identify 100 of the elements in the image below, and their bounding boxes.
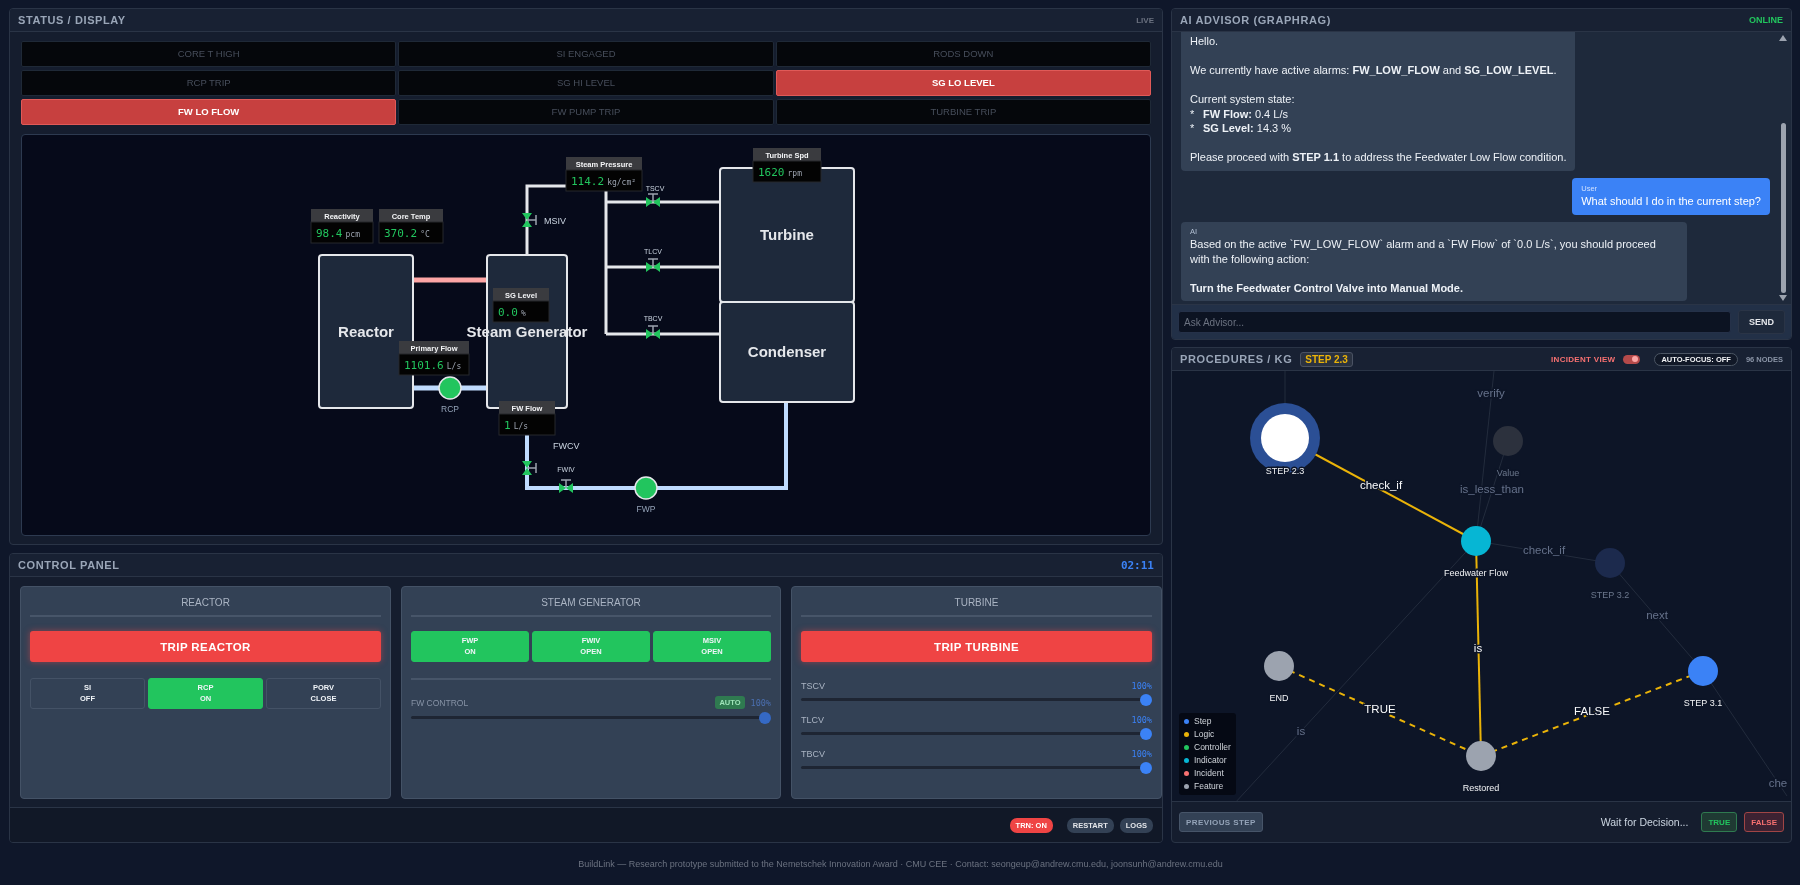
legend-label: Feature bbox=[1194, 780, 1224, 792]
valve-icon[interactable] bbox=[646, 325, 660, 339]
edge-label: TRUE bbox=[1364, 703, 1396, 715]
decision-status: Wait for Decision... bbox=[1600, 816, 1689, 828]
send-button[interactable]: SEND bbox=[1738, 310, 1785, 334]
alarm-tile: SG LO LEVEL bbox=[775, 70, 1151, 96]
legend-label: Controller bbox=[1194, 741, 1231, 753]
panel-title: PROCEDURES / KG bbox=[1180, 353, 1293, 365]
gauge-background bbox=[310, 209, 374, 244]
control-label: FW CONTROL bbox=[411, 697, 469, 708]
gauge-background bbox=[498, 401, 556, 436]
node-label: STEP 3.1 bbox=[1683, 698, 1723, 708]
message-text: SG Level: 14.3 % bbox=[1203, 121, 1292, 136]
card-title: STEAM GENERATOR bbox=[411, 587, 771, 617]
gauge-unit: L/s bbox=[446, 362, 462, 371]
gauge-value: 98.4 bbox=[316, 227, 343, 240]
valve-icon[interactable] bbox=[646, 193, 660, 207]
edge-label: che bbox=[1768, 777, 1788, 789]
true-button[interactable]: TRUE bbox=[1701, 812, 1738, 832]
graph-node[interactable] bbox=[1493, 426, 1523, 456]
alarm-tile: RCP TRIP bbox=[21, 70, 397, 96]
trip-button[interactable]: TRIP REACTOR bbox=[30, 631, 381, 662]
node-label: Value bbox=[1496, 468, 1520, 478]
node-label: STEP 2.3 bbox=[1265, 466, 1305, 476]
legend-label: Indicator bbox=[1194, 754, 1227, 766]
gauge-value: 1 bbox=[504, 419, 511, 432]
bullet-mark: * bbox=[1190, 121, 1195, 136]
scroll-up-icon[interactable] bbox=[1779, 35, 1787, 41]
slider[interactable] bbox=[801, 728, 1152, 740]
graph-node[interactable] bbox=[1466, 741, 1496, 771]
gauge-background bbox=[492, 288, 550, 323]
legend-label: Logic bbox=[1194, 728, 1215, 740]
slider-label: TSCV bbox=[801, 681, 825, 691]
message-text: What should I do in the current step? bbox=[1581, 193, 1761, 208]
previous-step-button[interactable]: PREVIOUS STEP bbox=[1179, 812, 1263, 832]
gauge-unit: % bbox=[520, 309, 526, 318]
gauge-unit: pcm bbox=[345, 230, 360, 239]
edge-label: is_less_than bbox=[1460, 483, 1524, 495]
gauge-unit: kg/cm² bbox=[607, 178, 637, 187]
clock: 02:11 bbox=[1120, 558, 1154, 572]
edge-label: verify bbox=[1477, 387, 1505, 399]
component-label: Turbine bbox=[760, 226, 814, 243]
graph-node[interactable] bbox=[1688, 656, 1718, 686]
gauge-unit: °C bbox=[420, 230, 430, 239]
slider-reading: 100% bbox=[1131, 681, 1152, 691]
alarm-tile: SI ENGAGED bbox=[398, 41, 774, 67]
pump-icon[interactable] bbox=[634, 476, 658, 500]
message-text: Based on the active `FW_LOW_FLOW` alarm and a `FW Flow` of `0.0 L/s`, you should proceed with the following action: bbox=[1190, 237, 1657, 266]
alarm-tile: TURBINE TRIP bbox=[775, 99, 1151, 125]
slider-reading: 100% bbox=[1131, 715, 1152, 725]
message-text: Turn the Feedwater Control Valve into Manual Mode. bbox=[1190, 280, 1464, 295]
valve-label: FWCV bbox=[553, 441, 580, 451]
graph-node[interactable] bbox=[1264, 651, 1294, 681]
valve-icon[interactable] bbox=[522, 213, 537, 227]
slider[interactable] bbox=[411, 712, 771, 724]
slider-reading: 100% bbox=[750, 697, 771, 708]
footer-text: BuildLink — Research prototype submitted to the Nemetschek Innovation Award · CMU CEE · Contact: seongeup@andrew.cmu.edu, joonsunh@andrew.cmu.edu bbox=[577, 858, 1224, 871]
node-label: END bbox=[1269, 693, 1289, 703]
valve-icon[interactable] bbox=[522, 461, 537, 475]
scroll-down-icon[interactable] bbox=[1779, 295, 1787, 301]
card-title: TURBINE bbox=[801, 587, 1152, 617]
valve-icon[interactable] bbox=[559, 479, 573, 493]
slider-label: TBCV bbox=[801, 749, 825, 759]
gauge-background bbox=[752, 148, 822, 183]
slider[interactable] bbox=[801, 694, 1152, 706]
pump-label: RCP bbox=[441, 404, 459, 414]
valve-label: MSIV bbox=[544, 216, 566, 226]
alarm-tile: SG HI LEVEL bbox=[398, 70, 774, 96]
bullet-mark: * bbox=[1190, 106, 1195, 121]
scrollbar[interactable] bbox=[1779, 35, 1787, 301]
edge-label: is bbox=[1296, 725, 1306, 737]
step-badge: STEP 2.3 bbox=[1300, 351, 1353, 367]
node-label: Restored bbox=[1462, 783, 1500, 793]
ask-field[interactable]: Ask Advisor... bbox=[1178, 311, 1731, 333]
incident-view-switch[interactable] bbox=[1623, 354, 1641, 364]
valve-icon[interactable] bbox=[646, 258, 660, 272]
trip-button[interactable]: TRIP TURBINE bbox=[801, 631, 1152, 662]
card-title: REACTOR bbox=[30, 587, 381, 617]
gauge-background bbox=[378, 209, 444, 244]
message-text: FW Flow: 0.4 L/s bbox=[1203, 106, 1288, 121]
alarm-tile: CORE T HIGH bbox=[21, 41, 397, 67]
graph-node[interactable] bbox=[1461, 526, 1491, 556]
pump-icon[interactable] bbox=[438, 376, 462, 400]
gauge-value: 370.2 bbox=[384, 227, 418, 240]
legend-label: Incident bbox=[1194, 767, 1224, 779]
pump-label: FWP bbox=[636, 504, 656, 514]
panel-title: AI ADVISOR (GRAPHRAG) bbox=[1180, 14, 1331, 26]
gauge-background bbox=[398, 341, 470, 376]
component-label: Reactor bbox=[338, 322, 394, 340]
legend-label: Step bbox=[1194, 715, 1212, 727]
gauge-value: 114.2 bbox=[571, 175, 605, 188]
false-button[interactable]: FALSE bbox=[1744, 812, 1784, 832]
gauge-value: 1101.6 bbox=[404, 359, 444, 372]
edge-label: next bbox=[1646, 609, 1668, 621]
incident-view-label: INCIDENT VIEW bbox=[1551, 354, 1616, 364]
graph-node[interactable] bbox=[1595, 548, 1625, 578]
alarm-tile: FW LO FLOW bbox=[21, 99, 397, 125]
panel-title: STATUS / DISPLAY bbox=[18, 14, 126, 26]
slider[interactable] bbox=[801, 762, 1152, 774]
gauge-unit: L/s bbox=[513, 422, 529, 431]
